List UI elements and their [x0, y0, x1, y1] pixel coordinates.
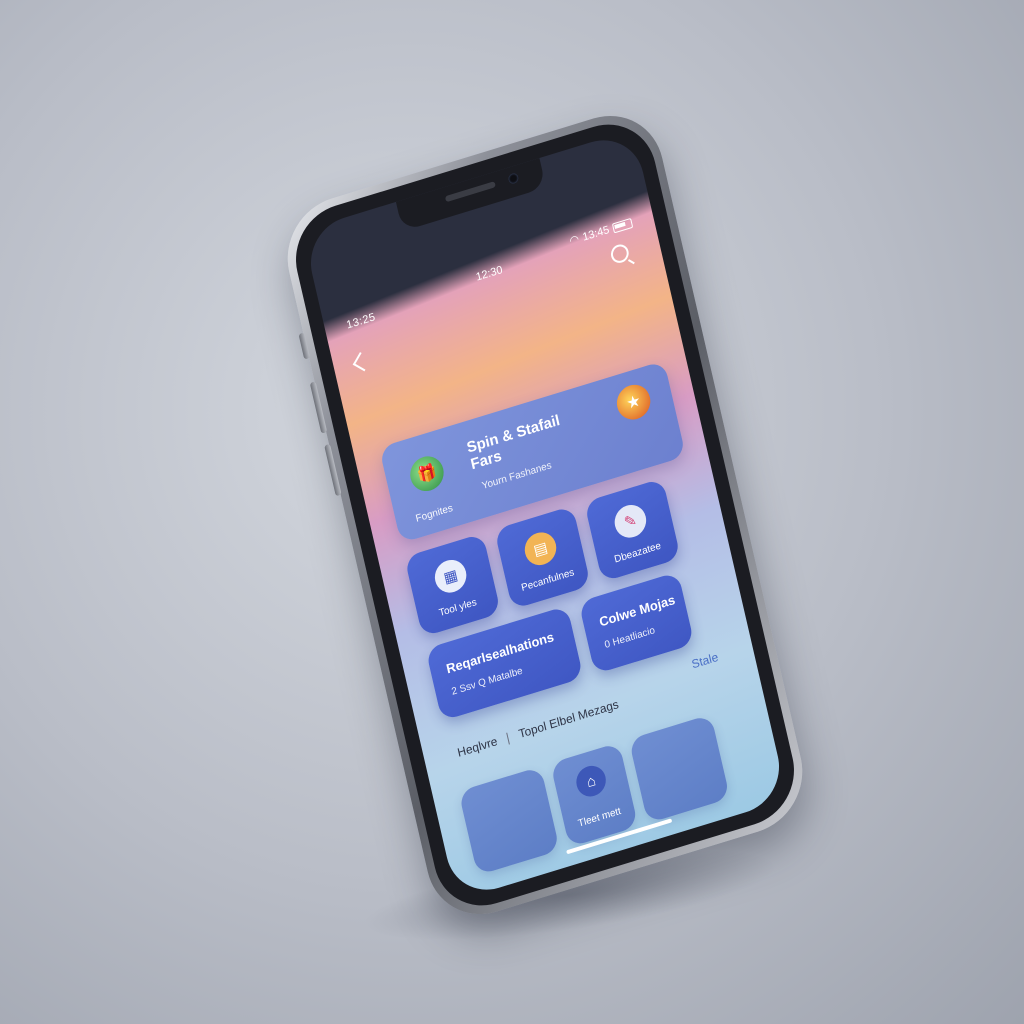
tile-label: Pecanfulnes: [520, 567, 576, 594]
app-screen: 13:25 12:30 ◠ 13:45 🎁 Spin & Stafail Far…: [302, 129, 788, 901]
status-time-left: 13:25: [345, 311, 377, 332]
status-indicators: ◠ 13:45: [568, 216, 634, 248]
tile-tool-yles[interactable]: ▦ Tool yles: [404, 533, 502, 638]
tile-label: Tool yles: [438, 596, 478, 620]
phone-device: 13:25 12:30 ◠ 13:45 🎁 Spin & Stafail Far…: [276, 101, 814, 929]
bottom-tile-label: Tleet mett: [577, 805, 623, 830]
calendar-icon: ▦: [431, 555, 470, 597]
back-icon[interactable]: [352, 352, 372, 372]
phone-bezel: 13:25 12:30 ◠ 13:45 🎁 Spin & Stafail Far…: [285, 111, 805, 919]
status-time-center: 12:30: [474, 263, 504, 284]
gift-box-icon: 🎁: [406, 452, 448, 496]
hero-title: Spin & Stafail Fars: [465, 411, 562, 474]
scene-background: 13:25 12:30 ◠ 13:45 🎁 Spin & Stafail Far…: [0, 0, 1024, 1024]
wide-card-title: Colwe Mojas: [597, 591, 677, 630]
bottom-tile[interactable]: [458, 766, 560, 876]
section-tab-left[interactable]: Heqlvre: [456, 734, 499, 760]
wifi-icon: ◠: [568, 233, 581, 248]
front-camera: [507, 172, 520, 185]
section-divider: [506, 732, 510, 745]
wide-card-title: Reqarlsealhations: [444, 628, 556, 677]
palette-icon: ✎: [611, 500, 650, 542]
home-icon: ⌂: [573, 762, 609, 801]
battery-icon: [611, 217, 634, 234]
tile-label: Dbeazatee: [613, 540, 663, 566]
status-time-right: 13:45: [581, 223, 611, 244]
section-tab-middle[interactable]: Topol Elbel Mezags: [517, 697, 620, 741]
section-link[interactable]: Stale: [690, 650, 719, 672]
speaker-grille: [444, 181, 496, 203]
badge-icon: ★: [613, 380, 654, 424]
notch: [395, 158, 547, 232]
tile-dbeazatee[interactable]: ✎ Dbeazatee: [583, 478, 681, 583]
hero-footer: Fognites: [414, 502, 454, 525]
tile-pecanfulnes[interactable]: ▤ Pecanfulnes: [494, 505, 591, 610]
document-icon: ▤: [521, 528, 560, 570]
wide-card-subtitle: 0 Heatliacio: [603, 625, 657, 652]
mute-switch: [298, 332, 311, 360]
main-content: 🎁 Spin & Stafail Fars Yourn Fashanes Fog…: [378, 360, 763, 876]
wide-card-colwe-mojas[interactable]: Colwe Mojas 0 Heatliacio: [578, 571, 695, 675]
bottom-tile[interactable]: [628, 714, 731, 824]
